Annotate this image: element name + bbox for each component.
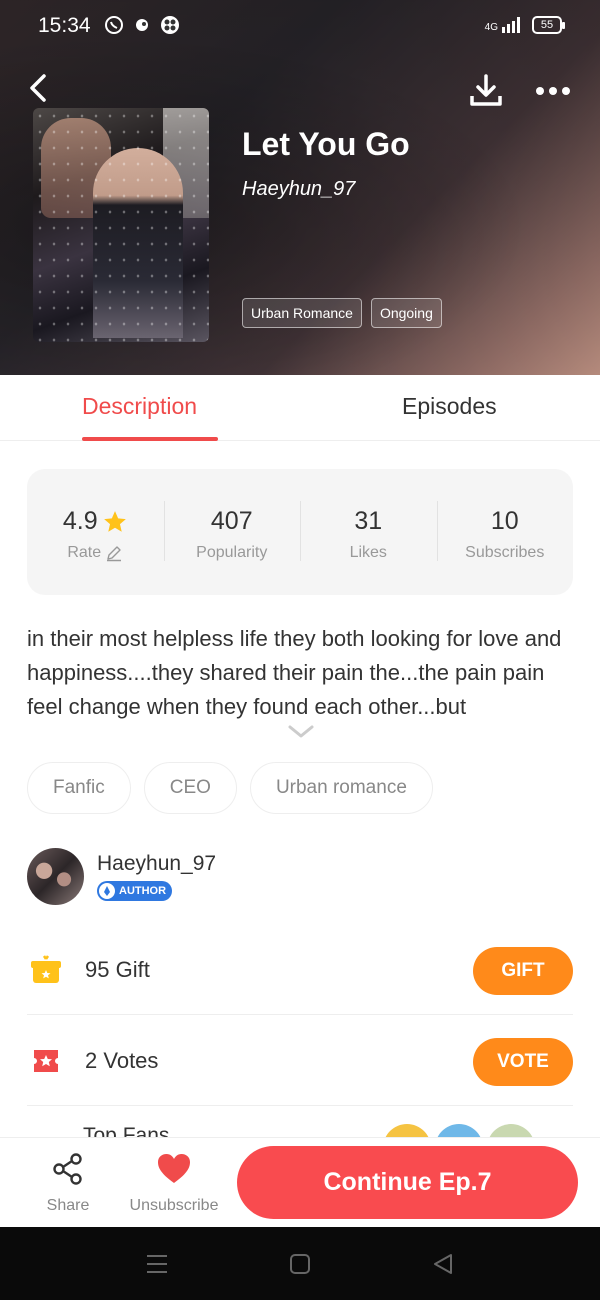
share-icon <box>53 1153 82 1185</box>
back-button[interactable] <box>22 70 58 106</box>
gift-button[interactable]: GIFT <box>473 947 573 995</box>
system-navigation-bar <box>0 1227 600 1300</box>
share-button[interactable]: Share <box>40 1152 96 1215</box>
chip-ceo[interactable]: CEO <box>143 762 237 814</box>
book-title: Let You Go <box>242 126 410 162</box>
menu-icon[interactable] <box>144 1251 170 1277</box>
stat-popularity: 407 Popularity <box>163 469 301 595</box>
book-cover[interactable] <box>33 108 209 342</box>
gift-count: 95 <box>85 957 110 982</box>
app-flower-icon <box>160 15 180 35</box>
tab-episodes[interactable]: Episodes <box>402 393 497 420</box>
author-card[interactable]: Haeyhun_97 AUTHOR <box>27 848 573 908</box>
tab-description[interactable]: Description <box>82 393 197 420</box>
notification-dot-icon <box>132 15 152 35</box>
download-icon <box>470 74 502 106</box>
tab-bar: Description Episodes <box>0 375 600 441</box>
home-square-icon[interactable] <box>287 1251 313 1277</box>
chevron-down-icon <box>288 725 314 738</box>
more-dots-icon <box>536 87 570 95</box>
chevron-left-icon <box>30 74 46 102</box>
heart-icon <box>158 1154 190 1183</box>
bottom-action-bar: Share Unsubscribe Continue Ep.7 <box>0 1137 600 1227</box>
book-description: in their most helpless life they both lo… <box>27 626 562 719</box>
genre-tag[interactable]: Urban Romance <box>242 298 362 328</box>
votes-count: 2 <box>85 1048 98 1073</box>
stats-card: 4.9 Rate 407 Popularity 31 Likes 10 Subs… <box>27 469 573 595</box>
gift-row: 95 Gift GIFT <box>27 925 573 1015</box>
chip-fanfic[interactable]: Fanfic <box>27 762 131 814</box>
unsubscribe-button[interactable]: Unsubscribe <box>124 1152 224 1215</box>
more-options-button[interactable] <box>532 78 574 104</box>
expand-description-button[interactable] <box>288 724 314 740</box>
votes-label: Votes <box>103 1048 159 1073</box>
vote-button[interactable]: VOTE <box>473 1038 573 1086</box>
author-avatar[interactable] <box>27 848 84 905</box>
battery-icon: 55 <box>532 16 565 34</box>
quill-icon <box>99 883 115 899</box>
chip-urban-romance[interactable]: Urban romance <box>249 762 433 814</box>
whatsapp-icon <box>104 15 124 35</box>
signal-icon: 4G <box>485 17 522 33</box>
book-tags: Urban Romance Ongoing <box>242 298 442 328</box>
active-tab-indicator <box>82 437 218 441</box>
back-triangle-icon[interactable] <box>430 1251 456 1277</box>
vote-ticket-icon <box>31 1046 61 1076</box>
star-icon <box>103 510 126 532</box>
status-bar: 15:34 4G 55 <box>0 0 600 54</box>
genre-chips: Fanfic CEO Urban romance <box>27 762 433 814</box>
status-time: 15:34 <box>38 14 91 37</box>
author-name: Haeyhun_97 <box>97 852 217 875</box>
gift-label: Gift <box>115 957 150 982</box>
stat-likes: 31 Likes <box>300 469 437 595</box>
stat-subscribes: 10 Subscribes <box>436 469 574 595</box>
author-badge: AUTHOR <box>97 881 173 901</box>
download-button[interactable] <box>466 70 506 110</box>
stat-rate[interactable]: 4.9 Rate <box>27 469 164 595</box>
gift-icon <box>31 955 61 985</box>
votes-row: 2 Votes VOTE <box>27 1016 573 1106</box>
status-tag: Ongoing <box>370 298 442 328</box>
edit-pencil-icon <box>107 546 122 562</box>
book-author[interactable]: Haeyhun_97 <box>242 178 355 201</box>
continue-reading-button[interactable]: Continue Ep.7 <box>237 1146 578 1219</box>
